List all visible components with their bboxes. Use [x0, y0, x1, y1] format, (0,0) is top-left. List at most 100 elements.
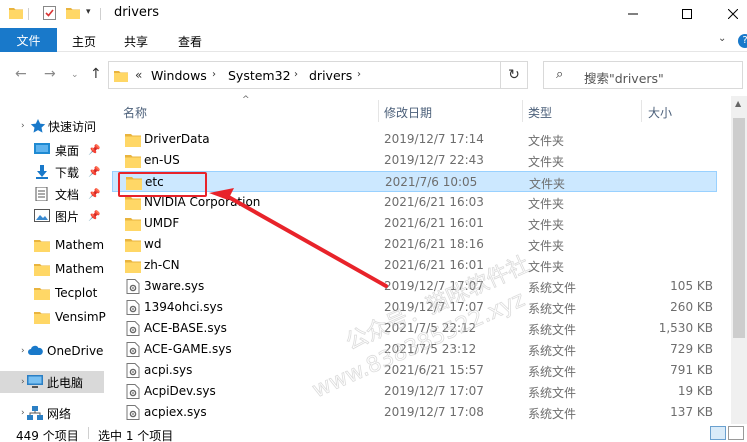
- file-row[interactable]: acpi.sys 2021/6/21 15:57 系统文件 791 KB: [112, 360, 717, 381]
- sidebar-item-downloads[interactable]: 下载 📌: [0, 161, 104, 183]
- sidebar-item-label: 文档: [55, 187, 80, 202]
- column-divider[interactable]: [522, 100, 523, 122]
- folder-icon: [125, 197, 141, 210]
- file-type: 系统文件: [528, 281, 577, 295]
- file-date: 2021/6/21 16:01: [384, 258, 484, 272]
- sidebar-item-label: 桌面: [55, 143, 80, 158]
- folder-row[interactable]: zh-CN 2021/6/21 16:01 文件夹: [112, 255, 717, 276]
- expand-icon[interactable]: ›: [21, 377, 25, 387]
- pin-icon[interactable]: 📌: [88, 189, 100, 200]
- sidebar-item-this-pc[interactable]: › 此电脑: [0, 371, 104, 393]
- recent-locations-button[interactable]: ⌄: [71, 70, 79, 80]
- breadcrumb-separator[interactable]: ›: [357, 69, 361, 80]
- file-size: 729 KB: [670, 342, 713, 356]
- pin-icon[interactable]: 📌: [88, 167, 100, 178]
- close-icon: [728, 9, 738, 19]
- help-icon[interactable]: ?: [738, 34, 747, 48]
- file-type: 文件夹: [528, 134, 565, 148]
- system-file-icon: [126, 384, 140, 399]
- breadcrumb-overflow[interactable]: «: [135, 68, 142, 82]
- pin-icon[interactable]: 📌: [88, 145, 100, 156]
- sidebar-item-documents[interactable]: 文档 📌: [0, 183, 104, 205]
- details-view-button[interactable]: [710, 426, 726, 440]
- file-row[interactable]: 1394ohci.sys 2019/12/7 17:07 系统文件 260 KB: [112, 297, 717, 318]
- sidebar-item-network[interactable]: › 网络: [0, 402, 104, 424]
- folder-row[interactable]: en-US 2019/12/7 22:43 文件夹: [112, 150, 717, 171]
- folder-icon[interactable]: [9, 6, 23, 19]
- tab-view[interactable]: 查看: [178, 33, 202, 50]
- sidebar-item-folder[interactable]: Mathem: [0, 234, 104, 256]
- breadcrumb-separator[interactable]: ›: [294, 69, 298, 80]
- breadcrumb-separator[interactable]: ›: [212, 69, 216, 80]
- search-input[interactable]: ⌕ 搜索"drivers": [543, 61, 743, 89]
- folder-row[interactable]: DriverData 2019/12/7 17:14 文件夹: [112, 129, 717, 150]
- file-date: 2019/12/7 17:07: [384, 279, 484, 293]
- file-row[interactable]: ACE-GAME.sys 2021/7/5 23:12 系统文件 729 KB: [112, 339, 717, 360]
- scrollbar-thumb[interactable]: [733, 118, 745, 338]
- file-row[interactable]: 3ware.sys 2019/12/7 17:07 系统文件 105 KB: [112, 276, 717, 297]
- file-name: 1394ohci.sys: [144, 300, 223, 314]
- system-file-icon: [126, 279, 140, 294]
- file-name: ACE-BASE.sys: [144, 321, 227, 335]
- back-button[interactable]: ←: [15, 66, 27, 82]
- large-icons-view-button[interactable]: [728, 426, 744, 440]
- status-divider: [88, 427, 89, 439]
- folder-row[interactable]: wd 2021/6/21 18:16 文件夹: [112, 234, 717, 255]
- new-folder-icon[interactable]: [66, 6, 80, 19]
- sidebar-item-folder[interactable]: VensimP: [0, 306, 106, 328]
- breadcrumb-system32[interactable]: System32: [228, 68, 291, 83]
- folder-icon: [34, 288, 50, 300]
- sidebar-item-pictures[interactable]: 图片 📌: [0, 205, 104, 227]
- file-size: 1,530 KB: [658, 321, 713, 335]
- window-title: drivers: [114, 5, 160, 20]
- folder-icon: [125, 218, 141, 231]
- breadcrumb-windows[interactable]: Windows: [151, 68, 207, 83]
- column-divider[interactable]: [378, 100, 379, 122]
- up-button[interactable]: ↑: [90, 66, 102, 82]
- file-type: 系统文件: [528, 365, 577, 379]
- vertical-scrollbar[interactable]: ▲: [731, 96, 747, 426]
- sidebar-item-onedrive[interactable]: › OneDrive: [0, 340, 104, 362]
- maximize-button[interactable]: [664, 0, 710, 28]
- folder-row[interactable]: UMDF 2021/6/21 16:01 文件夹: [112, 213, 717, 234]
- file-row[interactable]: acpiex.sys 2019/12/7 17:08 系统文件 137 KB: [112, 402, 717, 423]
- ribbon-tabs: 文件 主页 共享 查看 ⌄ ?: [0, 28, 747, 52]
- file-size: 260 KB: [670, 300, 713, 314]
- sidebar-item-label: Tecplot: [55, 286, 98, 300]
- pin-icon[interactable]: 📌: [88, 211, 100, 222]
- column-header-date[interactable]: 修改日期: [384, 104, 432, 121]
- expand-icon[interactable]: ›: [21, 121, 25, 131]
- file-size: 105 KB: [670, 279, 713, 293]
- sidebar-item-label: 网络: [47, 406, 72, 421]
- sidebar-item-desktop[interactable]: 桌面 📌: [0, 139, 104, 161]
- scroll-up-icon[interactable]: ▲: [735, 99, 741, 108]
- sidebar-item-folder[interactable]: Mathem: [0, 258, 104, 280]
- expand-icon[interactable]: ›: [21, 408, 25, 418]
- expand-ribbon-icon[interactable]: ⌄: [718, 33, 726, 44]
- sidebar-item-label: Mathem: [55, 238, 105, 252]
- refresh-button[interactable]: ↻: [500, 61, 528, 89]
- file-row[interactable]: ACE-BASE.sys 2021/7/5 22:12 系统文件 1,530 KB: [112, 318, 717, 339]
- file-row[interactable]: AcpiDev.sys 2019/12/7 17:07 系统文件 19 KB: [112, 381, 717, 402]
- sidebar-item-label: 图片: [55, 209, 80, 224]
- breadcrumb-drivers[interactable]: drivers: [309, 68, 352, 83]
- column-header-name[interactable]: 名称: [123, 104, 147, 121]
- column-header-size[interactable]: 大小: [648, 104, 672, 121]
- expand-icon[interactable]: ›: [21, 346, 25, 356]
- sidebar-item-folder[interactable]: Tecplot: [0, 282, 104, 304]
- title-bar: ▾ drivers: [0, 0, 747, 28]
- quick-access-toolbar-dropdown[interactable]: ▾: [86, 7, 91, 17]
- tab-file[interactable]: 文件: [0, 28, 57, 52]
- properties-icon[interactable]: [43, 6, 56, 20]
- tab-home[interactable]: 主页: [72, 33, 96, 50]
- file-date: 2021/7/5 23:12: [384, 342, 477, 356]
- sidebar-item-quick-access[interactable]: › 快速访问: [0, 115, 104, 137]
- close-button[interactable]: [710, 0, 747, 28]
- address-bar[interactable]: « Windows › System32 › drivers › ⌄: [108, 61, 592, 89]
- column-header-type[interactable]: 类型: [528, 104, 552, 121]
- column-divider[interactable]: [641, 100, 642, 122]
- tab-share[interactable]: 共享: [124, 33, 148, 50]
- minimize-button[interactable]: [610, 0, 656, 28]
- annotation-highlight-box: [118, 172, 207, 197]
- forward-button[interactable]: →: [44, 66, 56, 82]
